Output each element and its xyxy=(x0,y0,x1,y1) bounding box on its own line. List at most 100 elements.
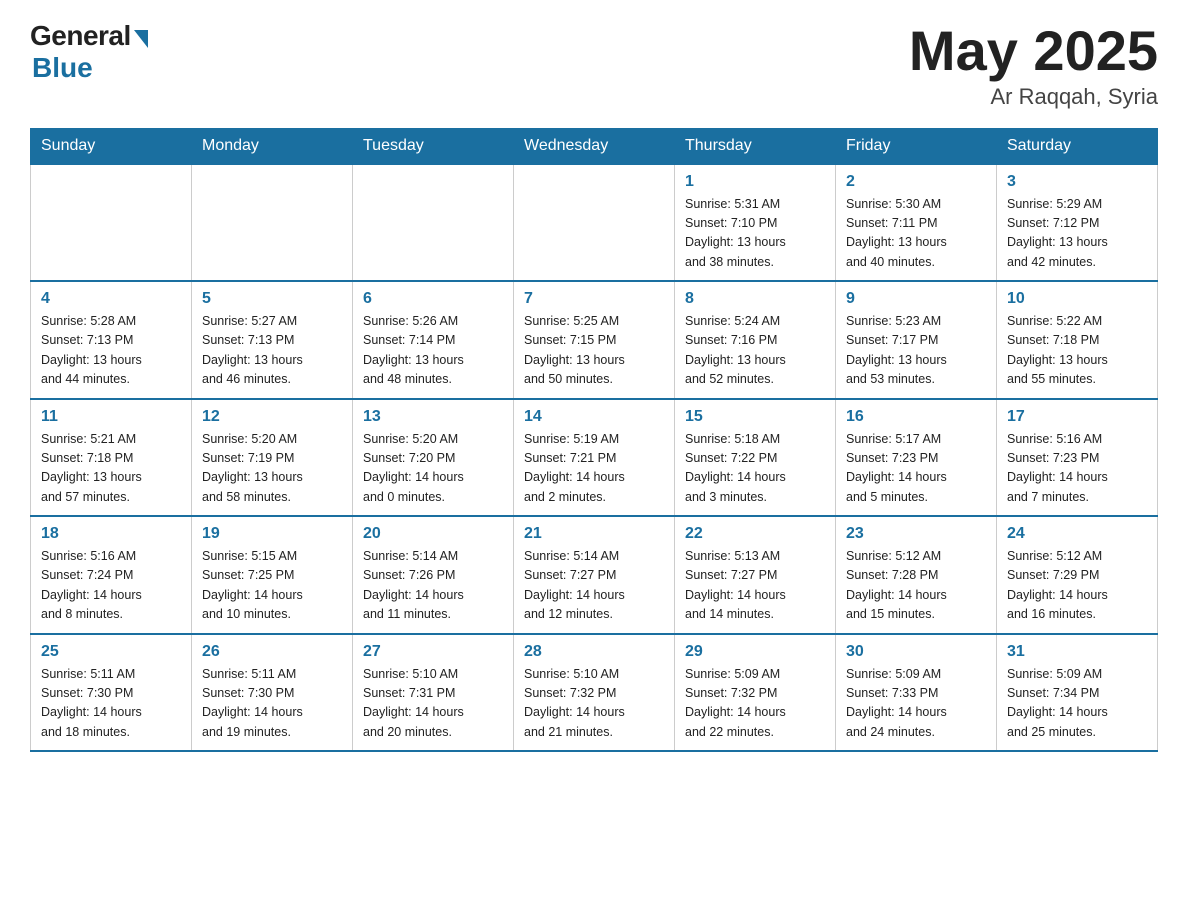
day-number: 23 xyxy=(846,525,986,543)
day-info: Sunrise: 5:15 AMSunset: 7:25 PMDaylight:… xyxy=(202,547,342,625)
day-number: 21 xyxy=(524,525,664,543)
day-number: 18 xyxy=(41,525,181,543)
day-of-week-header: Monday xyxy=(192,128,353,164)
day-number: 13 xyxy=(363,408,503,426)
day-info: Sunrise: 5:17 AMSunset: 7:23 PMDaylight:… xyxy=(846,430,986,508)
day-info: Sunrise: 5:14 AMSunset: 7:27 PMDaylight:… xyxy=(524,547,664,625)
day-number: 15 xyxy=(685,408,825,426)
day-info: Sunrise: 5:19 AMSunset: 7:21 PMDaylight:… xyxy=(524,430,664,508)
day-number: 10 xyxy=(1007,290,1147,308)
day-info: Sunrise: 5:21 AMSunset: 7:18 PMDaylight:… xyxy=(41,430,181,508)
calendar-cell: 19 Sunrise: 5:15 AMSunset: 7:25 PMDayligh… xyxy=(192,516,353,634)
day-info: Sunrise: 5:09 AMSunset: 7:32 PMDaylight:… xyxy=(685,665,825,743)
day-number: 7 xyxy=(524,290,664,308)
day-number: 31 xyxy=(1007,643,1147,661)
calendar-cell: 20 Sunrise: 5:14 AMSunset: 7:26 PMDayligh… xyxy=(353,516,514,634)
day-number: 26 xyxy=(202,643,342,661)
day-number: 24 xyxy=(1007,525,1147,543)
day-number: 16 xyxy=(846,408,986,426)
calendar-cell: 8 Sunrise: 5:24 AMSunset: 7:16 PMDaylight… xyxy=(675,281,836,399)
day-number: 29 xyxy=(685,643,825,661)
logo: General Blue xyxy=(30,20,148,84)
calendar-week-row: 1 Sunrise: 5:31 AMSunset: 7:10 PMDaylight… xyxy=(31,164,1158,282)
day-number: 17 xyxy=(1007,408,1147,426)
day-of-week-header: Sunday xyxy=(31,128,192,164)
page-header: General Blue May 2025 Ar Raqqah, Syria xyxy=(30,20,1158,110)
calendar-header-row: SundayMondayTuesdayWednesdayThursdayFrid… xyxy=(31,128,1158,164)
calendar-cell: 21 Sunrise: 5:14 AMSunset: 7:27 PMDayligh… xyxy=(514,516,675,634)
day-number: 12 xyxy=(202,408,342,426)
day-of-week-header: Friday xyxy=(836,128,997,164)
day-number: 2 xyxy=(846,173,986,191)
calendar-cell: 27Sunrise: 5:10 AMSunset: 7:31 PMDayligh… xyxy=(353,634,514,752)
calendar-cell: 7 Sunrise: 5:25 AMSunset: 7:15 PMDaylight… xyxy=(514,281,675,399)
day-number: 22 xyxy=(685,525,825,543)
day-of-week-header: Wednesday xyxy=(514,128,675,164)
calendar-cell: 6Sunrise: 5:26 AMSunset: 7:14 PMDaylight… xyxy=(353,281,514,399)
day-number: 20 xyxy=(363,525,503,543)
day-info: Sunrise: 5:09 AMSunset: 7:34 PMDaylight:… xyxy=(1007,665,1147,743)
calendar-cell xyxy=(514,164,675,282)
day-info: Sunrise: 5:25 AMSunset: 7:15 PMDaylight:… xyxy=(524,312,664,390)
calendar-cell: 11 Sunrise: 5:21 AMSunset: 7:18 PMDayligh… xyxy=(31,399,192,517)
calendar-cell: 14 Sunrise: 5:19 AMSunset: 7:21 PMDayligh… xyxy=(514,399,675,517)
day-info: Sunrise: 5:11 AMSunset: 7:30 PMDaylight:… xyxy=(202,665,342,743)
day-info: Sunrise: 5:22 AMSunset: 7:18 PMDaylight:… xyxy=(1007,312,1147,390)
day-info: Sunrise: 5:10 AMSunset: 7:31 PMDaylight:… xyxy=(363,665,503,743)
day-info: Sunrise: 5:12 AMSunset: 7:29 PMDaylight:… xyxy=(1007,547,1147,625)
day-number: 8 xyxy=(685,290,825,308)
day-number: 19 xyxy=(202,525,342,543)
day-info: Sunrise: 5:30 AMSunset: 7:11 PMDaylight:… xyxy=(846,195,986,273)
calendar-cell: 13 Sunrise: 5:20 AMSunset: 7:20 PMDayligh… xyxy=(353,399,514,517)
day-info: Sunrise: 5:28 AMSunset: 7:13 PMDaylight:… xyxy=(41,312,181,390)
calendar-cell: 31 Sunrise: 5:09 AMSunset: 7:34 PMDayligh… xyxy=(997,634,1158,752)
title-block: May 2025 Ar Raqqah, Syria xyxy=(909,20,1158,110)
calendar-cell xyxy=(192,164,353,282)
calendar-cell xyxy=(353,164,514,282)
calendar-cell: 3Sunrise: 5:29 AMSunset: 7:12 PMDaylight… xyxy=(997,164,1158,282)
calendar-cell: 10 Sunrise: 5:22 AMSunset: 7:18 PMDayligh… xyxy=(997,281,1158,399)
calendar-cell: 22 Sunrise: 5:13 AMSunset: 7:27 PMDayligh… xyxy=(675,516,836,634)
calendar-cell: 2 Sunrise: 5:30 AMSunset: 7:11 PMDaylight… xyxy=(836,164,997,282)
day-number: 11 xyxy=(41,408,181,426)
calendar-table: SundayMondayTuesdayWednesdayThursdayFrid… xyxy=(30,128,1158,753)
day-info: Sunrise: 5:16 AMSunset: 7:24 PMDaylight:… xyxy=(41,547,181,625)
day-number: 14 xyxy=(524,408,664,426)
calendar-title: May 2025 xyxy=(909,20,1158,82)
day-info: Sunrise: 5:10 AMSunset: 7:32 PMDaylight:… xyxy=(524,665,664,743)
day-info: Sunrise: 5:27 AMSunset: 7:13 PMDaylight:… xyxy=(202,312,342,390)
day-info: Sunrise: 5:18 AMSunset: 7:22 PMDaylight:… xyxy=(685,430,825,508)
day-of-week-header: Thursday xyxy=(675,128,836,164)
calendar-week-row: 11 Sunrise: 5:21 AMSunset: 7:18 PMDayligh… xyxy=(31,399,1158,517)
day-info: Sunrise: 5:14 AMSunset: 7:26 PMDaylight:… xyxy=(363,547,503,625)
day-info: Sunrise: 5:31 AMSunset: 7:10 PMDaylight:… xyxy=(685,195,825,273)
calendar-cell: 25Sunrise: 5:11 AMSunset: 7:30 PMDayligh… xyxy=(31,634,192,752)
day-info: Sunrise: 5:26 AMSunset: 7:14 PMDaylight:… xyxy=(363,312,503,390)
day-info: Sunrise: 5:11 AMSunset: 7:30 PMDaylight:… xyxy=(41,665,181,743)
calendar-cell: 23 Sunrise: 5:12 AMSunset: 7:28 PMDayligh… xyxy=(836,516,997,634)
calendar-cell: 15 Sunrise: 5:18 AMSunset: 7:22 PMDayligh… xyxy=(675,399,836,517)
day-info: Sunrise: 5:09 AMSunset: 7:33 PMDaylight:… xyxy=(846,665,986,743)
calendar-cell: 9Sunrise: 5:23 AMSunset: 7:17 PMDaylight… xyxy=(836,281,997,399)
day-number: 1 xyxy=(685,173,825,191)
day-info: Sunrise: 5:20 AMSunset: 7:20 PMDaylight:… xyxy=(363,430,503,508)
calendar-cell: 24 Sunrise: 5:12 AMSunset: 7:29 PMDayligh… xyxy=(997,516,1158,634)
day-info: Sunrise: 5:29 AMSunset: 7:12 PMDaylight:… xyxy=(1007,195,1147,273)
calendar-cell: 4Sunrise: 5:28 AMSunset: 7:13 PMDaylight… xyxy=(31,281,192,399)
day-info: Sunrise: 5:12 AMSunset: 7:28 PMDaylight:… xyxy=(846,547,986,625)
calendar-location: Ar Raqqah, Syria xyxy=(909,84,1158,110)
day-number: 28 xyxy=(524,643,664,661)
day-info: Sunrise: 5:24 AMSunset: 7:16 PMDaylight:… xyxy=(685,312,825,390)
day-number: 5 xyxy=(202,290,342,308)
calendar-cell: 18 Sunrise: 5:16 AMSunset: 7:24 PMDayligh… xyxy=(31,516,192,634)
calendar-week-row: 4Sunrise: 5:28 AMSunset: 7:13 PMDaylight… xyxy=(31,281,1158,399)
calendar-cell: 30 Sunrise: 5:09 AMSunset: 7:33 PMDayligh… xyxy=(836,634,997,752)
day-info: Sunrise: 5:23 AMSunset: 7:17 PMDaylight:… xyxy=(846,312,986,390)
logo-arrow-icon xyxy=(134,30,148,48)
calendar-cell: 17Sunrise: 5:16 AMSunset: 7:23 PMDayligh… xyxy=(997,399,1158,517)
calendar-cell: 12Sunrise: 5:20 AMSunset: 7:19 PMDayligh… xyxy=(192,399,353,517)
day-number: 30 xyxy=(846,643,986,661)
logo-general-text: General xyxy=(30,20,131,52)
day-info: Sunrise: 5:13 AMSunset: 7:27 PMDaylight:… xyxy=(685,547,825,625)
calendar-week-row: 18 Sunrise: 5:16 AMSunset: 7:24 PMDayligh… xyxy=(31,516,1158,634)
